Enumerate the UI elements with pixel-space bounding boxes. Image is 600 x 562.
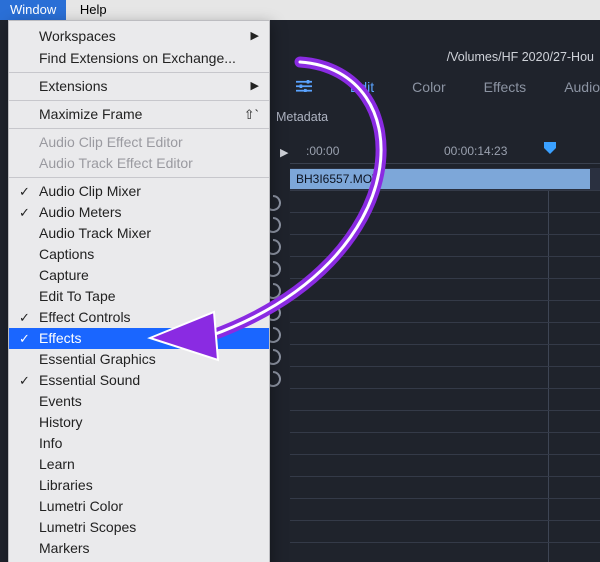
track-row[interactable] — [290, 542, 600, 562]
tab-color[interactable]: Color — [412, 79, 445, 95]
track-row[interactable] — [290, 278, 600, 300]
menu-edit-to-tape[interactable]: Edit To Tape — [9, 286, 269, 307]
check-icon: ✓ — [19, 181, 30, 202]
menu-captions[interactable]: Captions — [9, 244, 269, 265]
menu-lumetri-scopes[interactable]: Lumetri Scopes — [9, 517, 269, 538]
menu-events[interactable]: Events — [9, 391, 269, 412]
track-row[interactable] — [290, 322, 600, 344]
timeline-panel[interactable]: ▶ :00:00 00:00:14:23 BH3I6557.MOV — [290, 142, 600, 562]
menubar: Window Help — [0, 0, 600, 20]
track-row[interactable] — [290, 256, 600, 278]
track-row[interactable] — [290, 190, 600, 212]
menu-audio-clip-mixer[interactable]: ✓Audio Clip Mixer — [9, 181, 269, 202]
check-icon: ✓ — [19, 307, 30, 328]
track-row[interactable] — [290, 410, 600, 432]
menu-libraries[interactable]: Libraries — [9, 475, 269, 496]
menu-extensions[interactable]: Extensions▶ — [9, 76, 269, 97]
tab-edit[interactable]: Edit — [350, 79, 374, 95]
window-menu: Workspaces▶ Find Extensions on Exchange.… — [8, 20, 270, 562]
menu-lumetri-color[interactable]: Lumetri Color — [9, 496, 269, 517]
menubar-window[interactable]: Window — [0, 0, 66, 20]
check-icon: ✓ — [19, 370, 30, 391]
menu-essential-graphics[interactable]: Essential Graphics — [9, 349, 269, 370]
menu-divider — [9, 128, 269, 129]
time-ruler[interactable]: ▶ :00:00 00:00:14:23 — [290, 142, 600, 164]
menu-workspaces[interactable]: Workspaces▶ — [9, 25, 269, 48]
tab-audio[interactable]: Audio — [564, 79, 600, 95]
menu-info[interactable]: Info — [9, 433, 269, 454]
menu-divider — [9, 72, 269, 73]
menu-effects[interactable]: ✓Effects — [9, 328, 269, 349]
check-icon: ✓ — [19, 202, 30, 223]
menubar-help[interactable]: Help — [70, 0, 117, 20]
timecode-2: 00:00:14:23 — [444, 144, 507, 158]
play-icon[interactable]: ▶ — [280, 146, 288, 159]
menu-audio-clip-effect-editor: Audio Clip Effect Editor — [9, 132, 269, 153]
menu-capture[interactable]: Capture — [9, 265, 269, 286]
track-row[interactable] — [290, 432, 600, 454]
timecode-start: :00:00 — [306, 144, 339, 158]
track-row[interactable] — [290, 476, 600, 498]
track-row[interactable] — [290, 212, 600, 234]
track-row[interactable] — [290, 234, 600, 256]
video-track[interactable]: BH3I6557.MOV — [290, 168, 600, 190]
document-path: /Volumes/HF 2020/27-Hou — [447, 50, 594, 64]
track-row[interactable] — [290, 454, 600, 476]
menu-audio-meters[interactable]: ✓Audio Meters — [9, 202, 269, 223]
menu-audio-track-effect-editor: Audio Track Effect Editor — [9, 153, 269, 174]
metadata-panel-label[interactable]: Metadata — [276, 110, 328, 124]
menu-essential-sound[interactable]: ✓Essential Sound — [9, 370, 269, 391]
menu-learn[interactable]: Learn — [9, 454, 269, 475]
track-row[interactable] — [290, 366, 600, 388]
playhead-icon[interactable] — [542, 140, 558, 156]
shortcut-label: ⇧` — [244, 104, 259, 125]
timeline-settings-icon[interactable] — [296, 80, 312, 94]
clip[interactable]: BH3I6557.MOV — [290, 169, 590, 189]
menu-maximize-frame[interactable]: Maximize Frame⇧` — [9, 104, 269, 125]
menu-find-extensions[interactable]: Find Extensions on Exchange... — [9, 48, 269, 69]
check-icon: ✓ — [19, 328, 30, 349]
track-row[interactable] — [290, 520, 600, 542]
menu-audio-track-mixer[interactable]: Audio Track Mixer — [9, 223, 269, 244]
app-root: { "menubar": { "window": "Window", "help… — [0, 0, 600, 562]
menu-history[interactable]: History — [9, 412, 269, 433]
tab-effects[interactable]: Effects — [484, 79, 527, 95]
submenu-arrow-icon: ▶ — [251, 76, 259, 97]
track-row[interactable] — [290, 498, 600, 520]
track-row[interactable] — [290, 388, 600, 410]
workspace-tabs: Edit Color Effects Audio — [280, 72, 600, 102]
submenu-arrow-icon: ▶ — [251, 25, 259, 48]
menu-divider — [9, 177, 269, 178]
menu-effect-controls[interactable]: ✓Effect Controls — [9, 307, 269, 328]
menu-markers[interactable]: Markers — [9, 538, 269, 559]
menu-divider — [9, 100, 269, 101]
track-row[interactable] — [290, 344, 600, 366]
track-row[interactable] — [290, 300, 600, 322]
